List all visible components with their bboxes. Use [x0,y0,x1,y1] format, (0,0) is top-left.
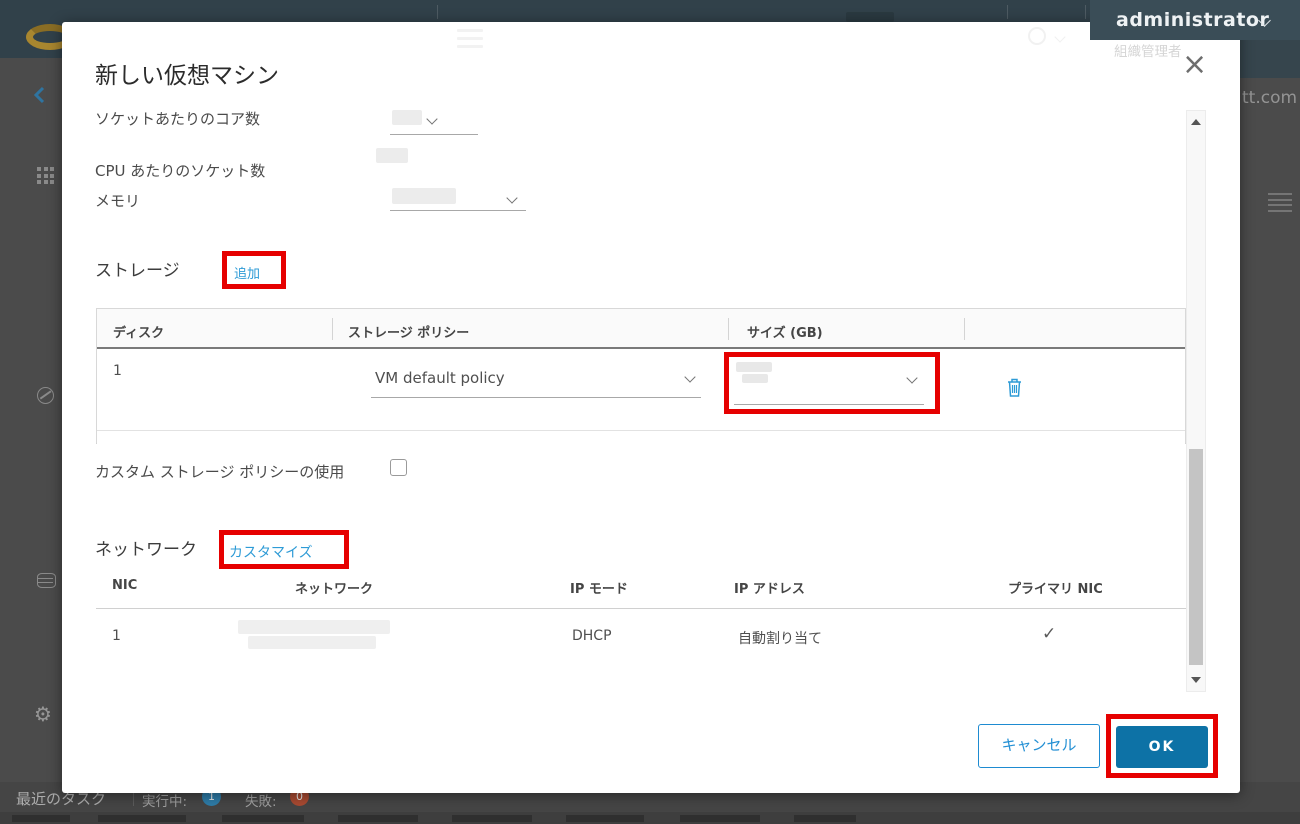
scrollbar-thumb[interactable] [1189,449,1203,665]
custom-policy-checkbox[interactable] [390,459,407,476]
cores-per-socket-label: ソケットあたりのコア数 [95,110,261,128]
header-search-fragment [846,12,894,22]
dialog-title: 新しい仮想マシン [95,63,279,89]
primary-nic-checkmark: ✓ [1042,624,1057,644]
annotation-box-customize [219,530,349,569]
network-name-blurred [238,620,390,634]
hostname-fragment: tt.com [1242,88,1298,108]
storage-table: ディスク ストレージ ポリシー サイズ (GB) 1 VM default po… [96,308,1186,444]
sockets-per-cpu-label: CPU あたりのソケット数 [95,162,266,180]
blurred-column [98,815,186,822]
network-name-blurred [248,636,376,649]
sockets-value-blurred [376,148,408,163]
datacenters-grid-icon[interactable] [37,167,57,187]
blurred-column [452,815,532,822]
running-label: 実行中: [142,794,188,810]
network-header-divider [96,608,1186,609]
user-menu[interactable]: administrator [1090,0,1300,40]
ghost-help-icon [1028,27,1046,45]
storage-policy-select[interactable]: VM default policy [375,369,505,387]
header-divider [1007,5,1008,19]
annotation-box-ok [1106,714,1218,778]
memory-label: メモリ [95,192,141,210]
col-nic: NIC [112,578,138,593]
col-ip-address: IP アドレス [734,582,805,597]
ip-address-cell: 自動割り当て [738,631,822,647]
blurred-column [680,815,760,822]
settings-gear-icon[interactable]: ⚙ [34,702,52,726]
annotation-box-size [724,352,940,414]
col-primary-nic: プライマリ NIC [1008,582,1103,597]
storage-table-footer [97,430,1185,444]
blurred-column [338,815,418,822]
scroll-up-icon[interactable] [1191,119,1201,125]
storage-table-header: ディスク ストレージ ポリシー サイズ (GB) [97,309,1185,349]
dialog-scrollbar[interactable] [1186,110,1206,692]
ghost-chevron-icon [1054,31,1066,43]
annotation-box-add [222,251,286,289]
network-heading: ネットワーク [95,540,197,560]
policy-select-underline [371,397,701,398]
storage-nav-icon[interactable] [37,573,56,588]
cancel-button[interactable]: キャンセル [978,724,1100,768]
memory-select-chevron-icon [506,192,518,204]
user-role-label: 組織管理者 [1114,44,1182,60]
col-disk: ディスク [113,326,165,341]
ip-mode-cell: DHCP [572,628,612,644]
memory-select[interactable] [390,210,526,211]
policy-chevron-icon [684,371,696,383]
blurred-column [222,815,304,822]
custom-policy-label: カスタム ストレージ ポリシーの使用 [95,463,345,481]
tasks-table-header-strip [0,812,1300,824]
back-chevron-icon[interactable] [32,86,46,104]
list-view-icon[interactable] [1268,193,1292,215]
col-ip-mode: IP モード [570,582,628,597]
blurred-column [566,815,644,822]
user-name-label: administrator [1116,9,1270,31]
col-network: ネットワーク [295,582,374,597]
disk-number-cell: 1 [113,363,122,379]
storage-heading: ストレージ [95,261,180,281]
scroll-down-icon[interactable] [1191,677,1201,683]
blurred-column [794,815,856,822]
col-size: サイズ (GB) [747,326,823,341]
cores-select[interactable] [390,134,478,135]
new-vm-dialog: 組織管理者 新しい仮想マシン × ソケットあたりのコア数 CPU あたりのソケッ… [62,22,1240,793]
vm-compute-icon[interactable] [37,387,54,404]
blurred-column [12,815,70,822]
cores-value-blurred [392,110,422,125]
header-divider [1085,5,1086,19]
header-divider [437,5,438,19]
delete-disk-trash-icon[interactable] [1006,377,1023,398]
cores-select-chevron-icon [426,113,438,125]
failed-label: 失敗: [245,794,277,810]
close-icon[interactable]: × [1182,50,1207,80]
nic-number-cell: 1 [112,628,121,644]
ghost-hamburger-icon [457,29,483,48]
screen: administrator tt.com ⚙ 最近のタスク 実行中: 1 失敗:… [0,0,1300,824]
memory-value-blurred [392,188,456,204]
col-policy: ストレージ ポリシー [348,326,470,341]
